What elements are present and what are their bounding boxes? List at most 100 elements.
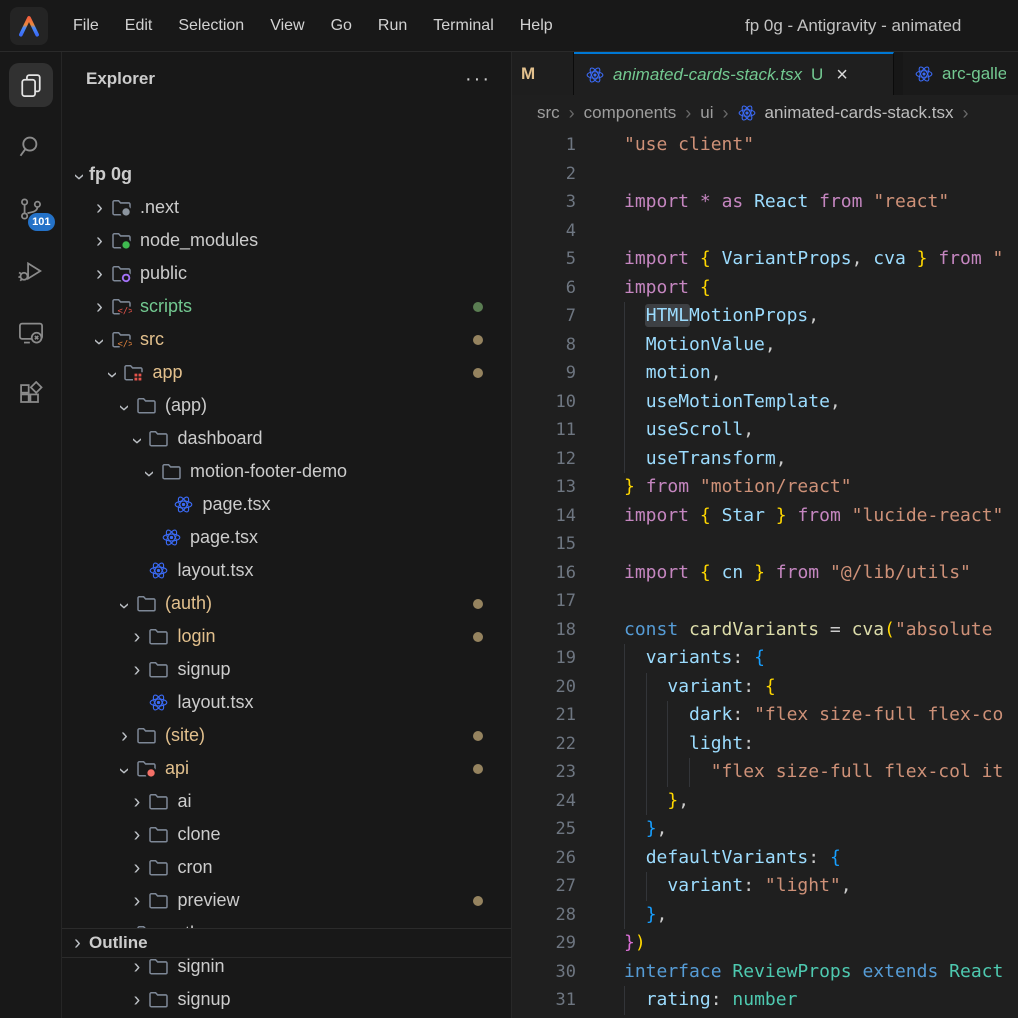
line-number[interactable]: 26 — [512, 844, 576, 873]
close-icon[interactable]: × — [836, 65, 848, 85]
code-line-24[interactable]: 24 }, — [512, 787, 1018, 816]
menu-terminal[interactable]: Terminal — [420, 0, 506, 51]
line-number[interactable]: 14 — [512, 502, 576, 531]
chevron-right-icon[interactable]: › — [90, 297, 109, 317]
tree-item-dashboard[interactable]: ›dashboard — [62, 422, 511, 455]
search-icon[interactable] — [9, 125, 53, 169]
tree-item-scripts[interactable]: ›</>scripts — [62, 290, 511, 323]
chevron-down-icon[interactable]: › — [102, 365, 122, 384]
tree-item-motion-footer-demo[interactable]: ›motion-footer-demo — [62, 455, 511, 488]
line-number[interactable]: 13 — [512, 473, 576, 502]
line-number[interactable]: 28 — [512, 901, 576, 930]
line-number[interactable]: 31 — [512, 986, 576, 1015]
extensions-icon[interactable] — [9, 373, 53, 417]
chevron-right-icon[interactable]: › — [90, 231, 109, 251]
breadcrumb-item[interactable]: src — [537, 103, 560, 123]
browser-preview-icon[interactable] — [9, 311, 53, 355]
tree-item--auth-[interactable]: ›(auth) — [62, 587, 511, 620]
chevron-right-icon[interactable]: › — [128, 660, 147, 680]
breadcrumb-file[interactable]: animated-cards-stack.tsx — [765, 103, 954, 123]
breadcrumb-item[interactable]: components — [584, 103, 677, 123]
chevron-right-icon[interactable]: › — [128, 825, 147, 845]
code-line-12[interactable]: 12 useTransform, — [512, 445, 1018, 474]
code-line-28[interactable]: 28 }, — [512, 901, 1018, 930]
line-number[interactable]: 2 — [512, 160, 576, 189]
line-number[interactable]: 1 — [512, 131, 576, 160]
chevron-right-icon[interactable]: › — [128, 792, 147, 812]
code-line-30[interactable]: 30interface ReviewProps extends React — [512, 958, 1018, 987]
chevron-right-icon[interactable]: › — [90, 198, 109, 218]
code-line-25[interactable]: 25 }, — [512, 815, 1018, 844]
line-number[interactable]: 29 — [512, 929, 576, 958]
line-number[interactable]: 19 — [512, 644, 576, 673]
code-line-17[interactable]: 17 — [512, 587, 1018, 616]
code-line-10[interactable]: 10 useMotionTemplate, — [512, 388, 1018, 417]
breadcrumb-item[interactable]: ui — [700, 103, 713, 123]
outline-section-header[interactable]: › Outline — [62, 928, 511, 958]
line-number[interactable]: 30 — [512, 958, 576, 987]
tree-item-app[interactable]: ›app — [62, 356, 511, 389]
code-line-13[interactable]: 13} from "motion/react" — [512, 473, 1018, 502]
tree-item-page.tsx[interactable]: ›page.tsx — [62, 488, 511, 521]
chevron-right-icon[interactable]: › — [128, 891, 147, 911]
tree-item-page.tsx[interactable]: ›page.tsx — [62, 521, 511, 554]
chevron-right-icon[interactable]: › — [128, 858, 147, 878]
menu-file[interactable]: File — [60, 0, 112, 51]
chevron-right-icon[interactable]: › — [128, 627, 147, 647]
code-line-27[interactable]: 27 variant: "light", — [512, 872, 1018, 901]
line-number[interactable]: 12 — [512, 445, 576, 474]
chevron-right-icon[interactable]: › — [128, 990, 147, 1010]
chevron-down-icon[interactable]: › — [115, 596, 135, 615]
line-number[interactable]: 18 — [512, 616, 576, 645]
tree-item-clone[interactable]: ›clone — [62, 818, 511, 851]
tree-item--site-[interactable]: ›(site) — [62, 719, 511, 752]
chevron-down-icon[interactable]: › — [70, 167, 90, 186]
menu-view[interactable]: View — [257, 0, 317, 51]
chevron-right-icon[interactable]: › — [115, 726, 134, 746]
code-line-11[interactable]: 11 useScroll, — [512, 416, 1018, 445]
code-line-22[interactable]: 22 light: — [512, 730, 1018, 759]
code-line-7[interactable]: 7 HTMLMotionProps, — [512, 302, 1018, 331]
line-number[interactable]: 3 — [512, 188, 576, 217]
tree-item--app-[interactable]: ›(app) — [62, 389, 511, 422]
tree-item-ai[interactable]: ›ai — [62, 785, 511, 818]
line-number[interactable]: 15 — [512, 530, 576, 559]
code-line-1[interactable]: 1"use client" — [512, 131, 1018, 160]
code-line-23[interactable]: 23 "flex size-full flex-col it — [512, 758, 1018, 787]
tree-item-login[interactable]: ›login — [62, 620, 511, 653]
code-line-2[interactable]: 2 — [512, 160, 1018, 189]
code-line-18[interactable]: 18const cardVariants = cva("absolute — [512, 616, 1018, 645]
code-editor[interactable]: 1"use client"23import * as React from "r… — [512, 131, 1018, 1018]
tree-item-signup[interactable]: ›signup — [62, 983, 511, 1016]
line-number[interactable]: 11 — [512, 416, 576, 445]
line-number[interactable]: 8 — [512, 331, 576, 360]
tree-item-src[interactable]: ›</>src — [62, 323, 511, 356]
line-number[interactable]: 21 — [512, 701, 576, 730]
line-number[interactable]: 4 — [512, 217, 576, 246]
more-actions-icon[interactable]: ··· — [465, 74, 491, 84]
code-line-9[interactable]: 9 motion, — [512, 359, 1018, 388]
menu-edit[interactable]: Edit — [112, 0, 166, 51]
line-number[interactable]: 17 — [512, 587, 576, 616]
code-line-16[interactable]: 16import { cn } from "@/lib/utils" — [512, 559, 1018, 588]
code-line-29[interactable]: 29}) — [512, 929, 1018, 958]
tab-arc-gallery[interactable]: arc-galle — [903, 52, 1018, 95]
code-line-5[interactable]: 5import { VariantProps, cva } from " — [512, 245, 1018, 274]
chevron-right-icon[interactable]: › — [128, 957, 147, 977]
tree-item-node-modules[interactable]: ›node_modules — [62, 224, 511, 257]
line-number[interactable]: 5 — [512, 245, 576, 274]
line-number[interactable]: 7 — [512, 302, 576, 331]
menu-selection[interactable]: Selection — [165, 0, 257, 51]
run-debug-icon[interactable] — [9, 249, 53, 293]
menu-go[interactable]: Go — [318, 0, 365, 51]
chevron-down-icon[interactable]: › — [115, 398, 135, 417]
tab-animated-cards-stack[interactable]: animated-cards-stack.tsx U × — [574, 52, 894, 95]
menu-run[interactable]: Run — [365, 0, 420, 51]
tree-item-layout.tsx[interactable]: ›layout.tsx — [62, 686, 511, 719]
line-number[interactable]: 24 — [512, 787, 576, 816]
code-line-15[interactable]: 15 — [512, 530, 1018, 559]
code-line-19[interactable]: 19 variants: { — [512, 644, 1018, 673]
line-number[interactable]: 10 — [512, 388, 576, 417]
line-number[interactable]: 22 — [512, 730, 576, 759]
line-number[interactable]: 6 — [512, 274, 576, 303]
